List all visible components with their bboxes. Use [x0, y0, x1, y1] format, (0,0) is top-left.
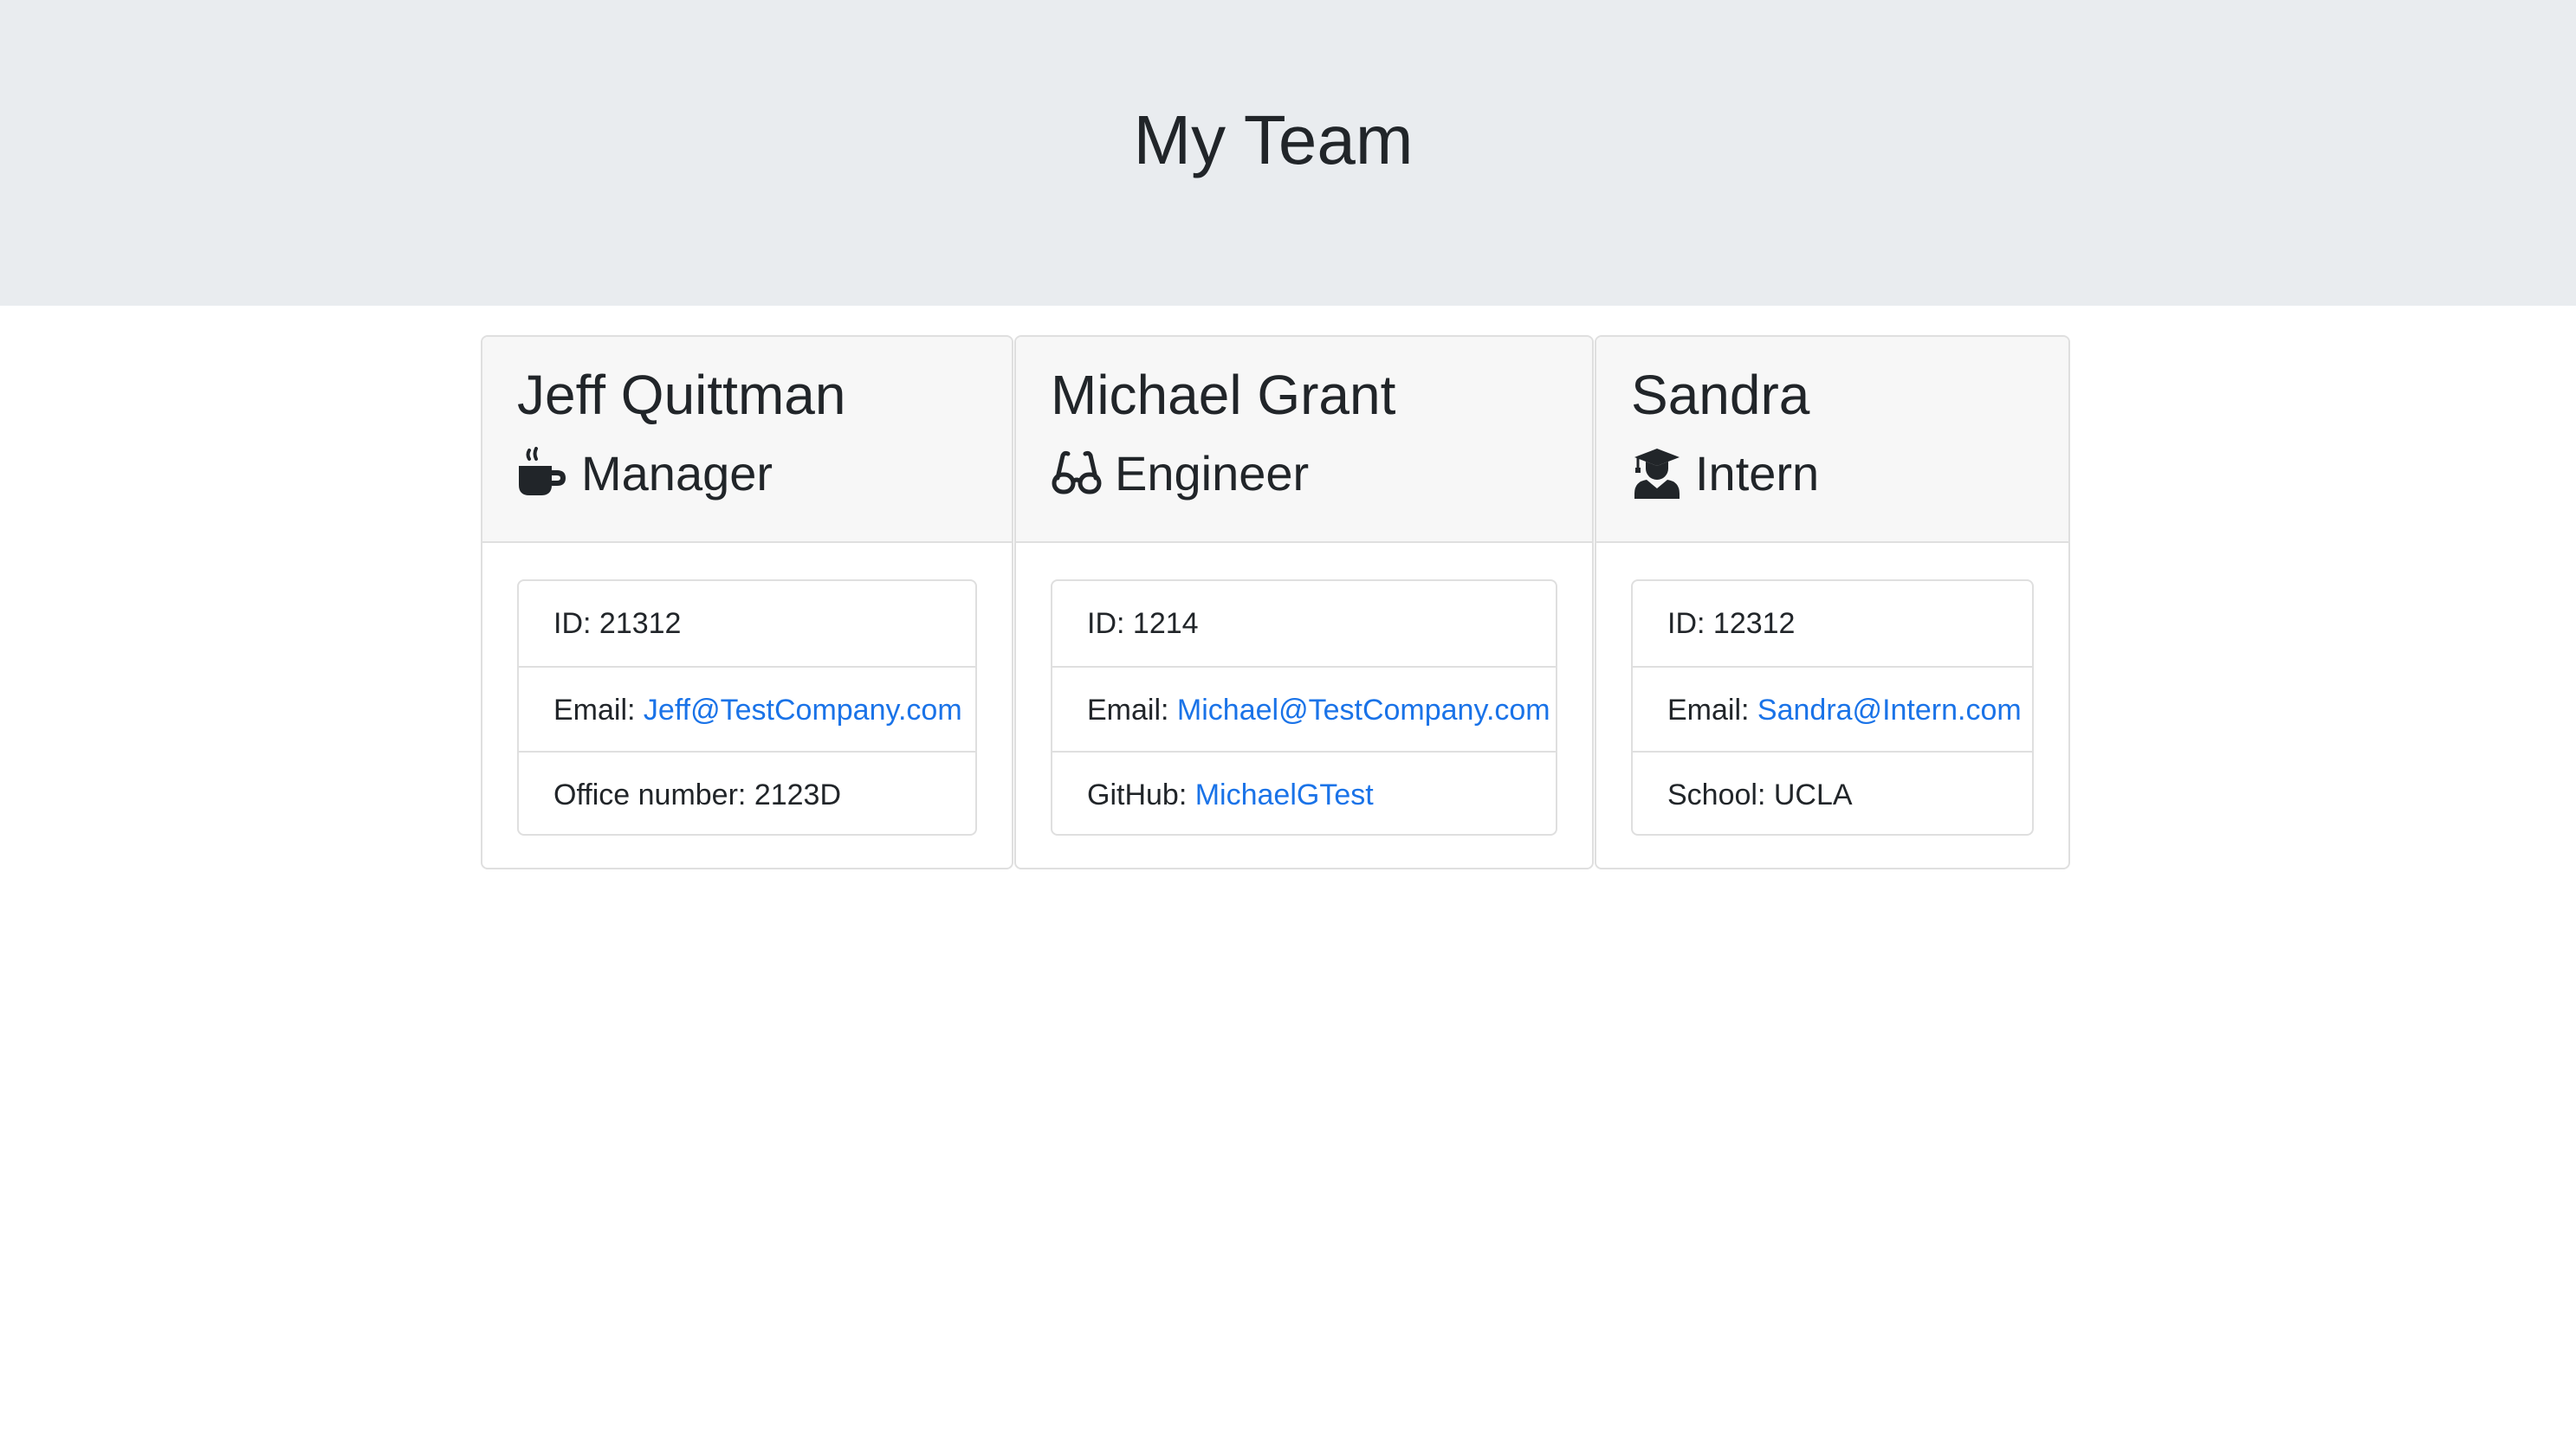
id-label: ID: — [1667, 607, 1713, 640]
user-graduate-icon — [1631, 447, 1683, 499]
employee-name: Sandra — [1631, 364, 1810, 426]
id-item: ID: 12312 — [1633, 581, 2032, 666]
employee-role: Engineer — [1051, 436, 1309, 510]
office-number-label: Office number: — [553, 779, 754, 811]
github-link[interactable]: MichaelGTest — [1195, 779, 1374, 811]
employee-role: Manager — [517, 436, 773, 510]
email-link[interactable]: Michael@TestCompany.com — [1177, 694, 1550, 727]
role-label: Engineer — [1115, 445, 1310, 501]
page-title: My Team — [1133, 101, 1414, 178]
glasses-icon — [1051, 447, 1103, 499]
jumbotron-header: My Team — [0, 0, 2576, 306]
id-value: 12312 — [1712, 607, 1796, 640]
employee-card-intern: Sandra Intern ID: 12312 Email: Sandra@In… — [1595, 335, 2070, 869]
role-label: Manager — [581, 445, 773, 501]
coffee-icon — [517, 447, 569, 499]
email-item: Email: Michael@TestCompany.com — [1052, 666, 1556, 751]
employee-card-manager: Jeff Quittman Manager ID: 21312 Email: J… — [481, 335, 1013, 869]
email-item: Email: Sandra@Intern.com — [1633, 666, 2032, 751]
school-item: School: UCLA — [1633, 751, 2032, 834]
role-label: Intern — [1695, 445, 1820, 501]
school-label: School: — [1667, 779, 1774, 811]
email-link[interactable]: Sandra@Intern.com — [1757, 694, 2022, 727]
card-header: Jeff Quittman Manager — [482, 337, 1012, 543]
email-link[interactable]: Jeff@TestCompany.com — [644, 694, 962, 727]
github-label: GitHub: — [1087, 779, 1195, 811]
office-number-value: 2123D — [754, 779, 842, 811]
school-value: UCLA — [1773, 779, 1853, 811]
id-item: ID: 21312 — [519, 581, 975, 666]
email-label: Email: — [1087, 694, 1177, 727]
card-header: Sandra Intern — [1596, 337, 2068, 543]
office-number-item: Office number: 2123D — [519, 751, 975, 834]
id-label: ID: — [553, 607, 599, 640]
email-item: Email: Jeff@TestCompany.com — [519, 666, 975, 751]
card-header: Michael Grant Engineer — [1016, 337, 1592, 543]
info-list: ID: 21312 Email: Jeff@TestCompany.com Of… — [517, 579, 977, 836]
info-list: ID: 1214 Email: Michael@TestCompany.com … — [1051, 579, 1557, 836]
id-value: 1214 — [1132, 607, 1199, 640]
github-item: GitHub: MichaelGTest — [1052, 751, 1556, 834]
employee-name: Jeff Quittman — [517, 364, 846, 426]
employee-card-engineer: Michael Grant Engineer ID: 1214 Email: M… — [1014, 335, 1594, 869]
email-label: Email: — [1667, 694, 1757, 727]
employee-name: Michael Grant — [1051, 364, 1396, 426]
id-value: 21312 — [599, 607, 682, 640]
email-label: Email: — [553, 694, 644, 727]
info-list: ID: 12312 Email: Sandra@Intern.com Schoo… — [1631, 579, 2034, 836]
id-label: ID: — [1087, 607, 1133, 640]
id-item: ID: 1214 — [1052, 581, 1556, 666]
employee-role: Intern — [1631, 436, 1819, 510]
